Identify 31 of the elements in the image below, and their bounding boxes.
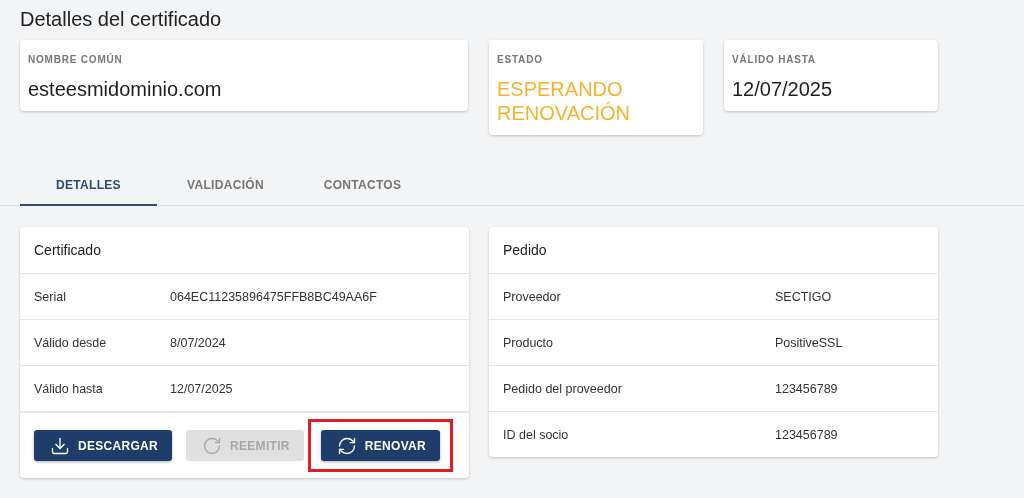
field-value: PositiveSSL [775, 335, 844, 350]
field-label: Serial [34, 289, 67, 304]
field-value: 064EC11235896475FFB8BC49AA6F [170, 289, 378, 304]
redo-icon [202, 435, 223, 456]
card-value: esteesmidominio.com [28, 77, 223, 101]
tab[interactable]: VALIDACIÓN [157, 166, 294, 206]
field-label: ID del socio [503, 427, 570, 442]
field-label: Proveedor [503, 289, 562, 304]
tab[interactable]: DETALLES [20, 166, 157, 206]
field-value: 8/07/2024 [170, 335, 227, 350]
download-icon [50, 435, 70, 456]
card-label: ESTADO [497, 54, 544, 65]
field-label: Producto [503, 335, 555, 350]
card-label: VÁLIDO HASTA [732, 54, 817, 65]
panel-title: Pedido [489, 227, 938, 274]
field-value: 12/07/2025 [170, 381, 234, 396]
card-value: ESPERANDO RENOVACIÓN [497, 77, 631, 125]
field-label: Pedido del proveedor [503, 381, 623, 396]
action-button[interactable]: DESCARGAR [34, 430, 173, 461]
page-title: Detalles del certificado [20, 7, 223, 32]
field-value: 123456789 [775, 427, 839, 442]
card-value: 12/07/2025 [732, 77, 834, 101]
field-value: 123456789 [775, 381, 839, 396]
panel-title: Certificado [20, 227, 469, 274]
field-value: SECTIGO [775, 289, 833, 304]
card-label: NOMBRE COMÚN [28, 54, 124, 65]
field-label: Válido desde [34, 335, 108, 350]
field-label: Válido hasta [34, 381, 104, 396]
refresh-icon [336, 435, 357, 456]
action-button[interactable]: RENOVAR [320, 430, 440, 461]
tab[interactable]: CONTACTOS [294, 166, 431, 206]
